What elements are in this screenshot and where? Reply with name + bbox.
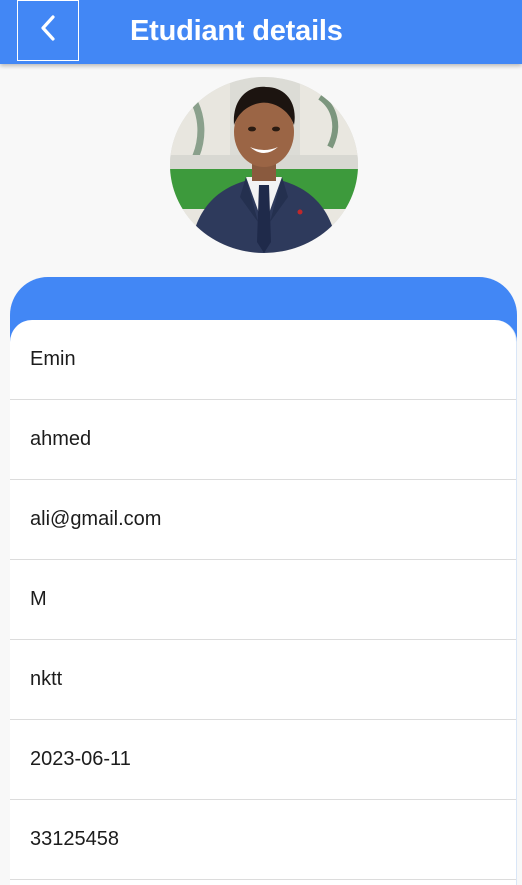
avatar [170,77,358,253]
list-item-first-name: Emin [10,320,516,400]
details-card: Emin ahmed ali@gmail.com M nktt 2023-06-… [10,320,517,885]
list-item-city: nktt [10,640,516,720]
chevron-left-icon [39,14,57,47]
list-item-phone: 33125458 [10,800,516,880]
student-photo [170,77,358,253]
back-button[interactable] [17,0,79,61]
page-title: Etudiant details [130,15,343,47]
list-item-last-name: ahmed [10,400,516,480]
app-bar: Etudiant details [0,0,522,64]
list-item-gender: M [10,560,516,640]
list-item-date: 2023-06-11 [10,720,516,800]
list-item-email: ali@gmail.com [10,480,516,560]
